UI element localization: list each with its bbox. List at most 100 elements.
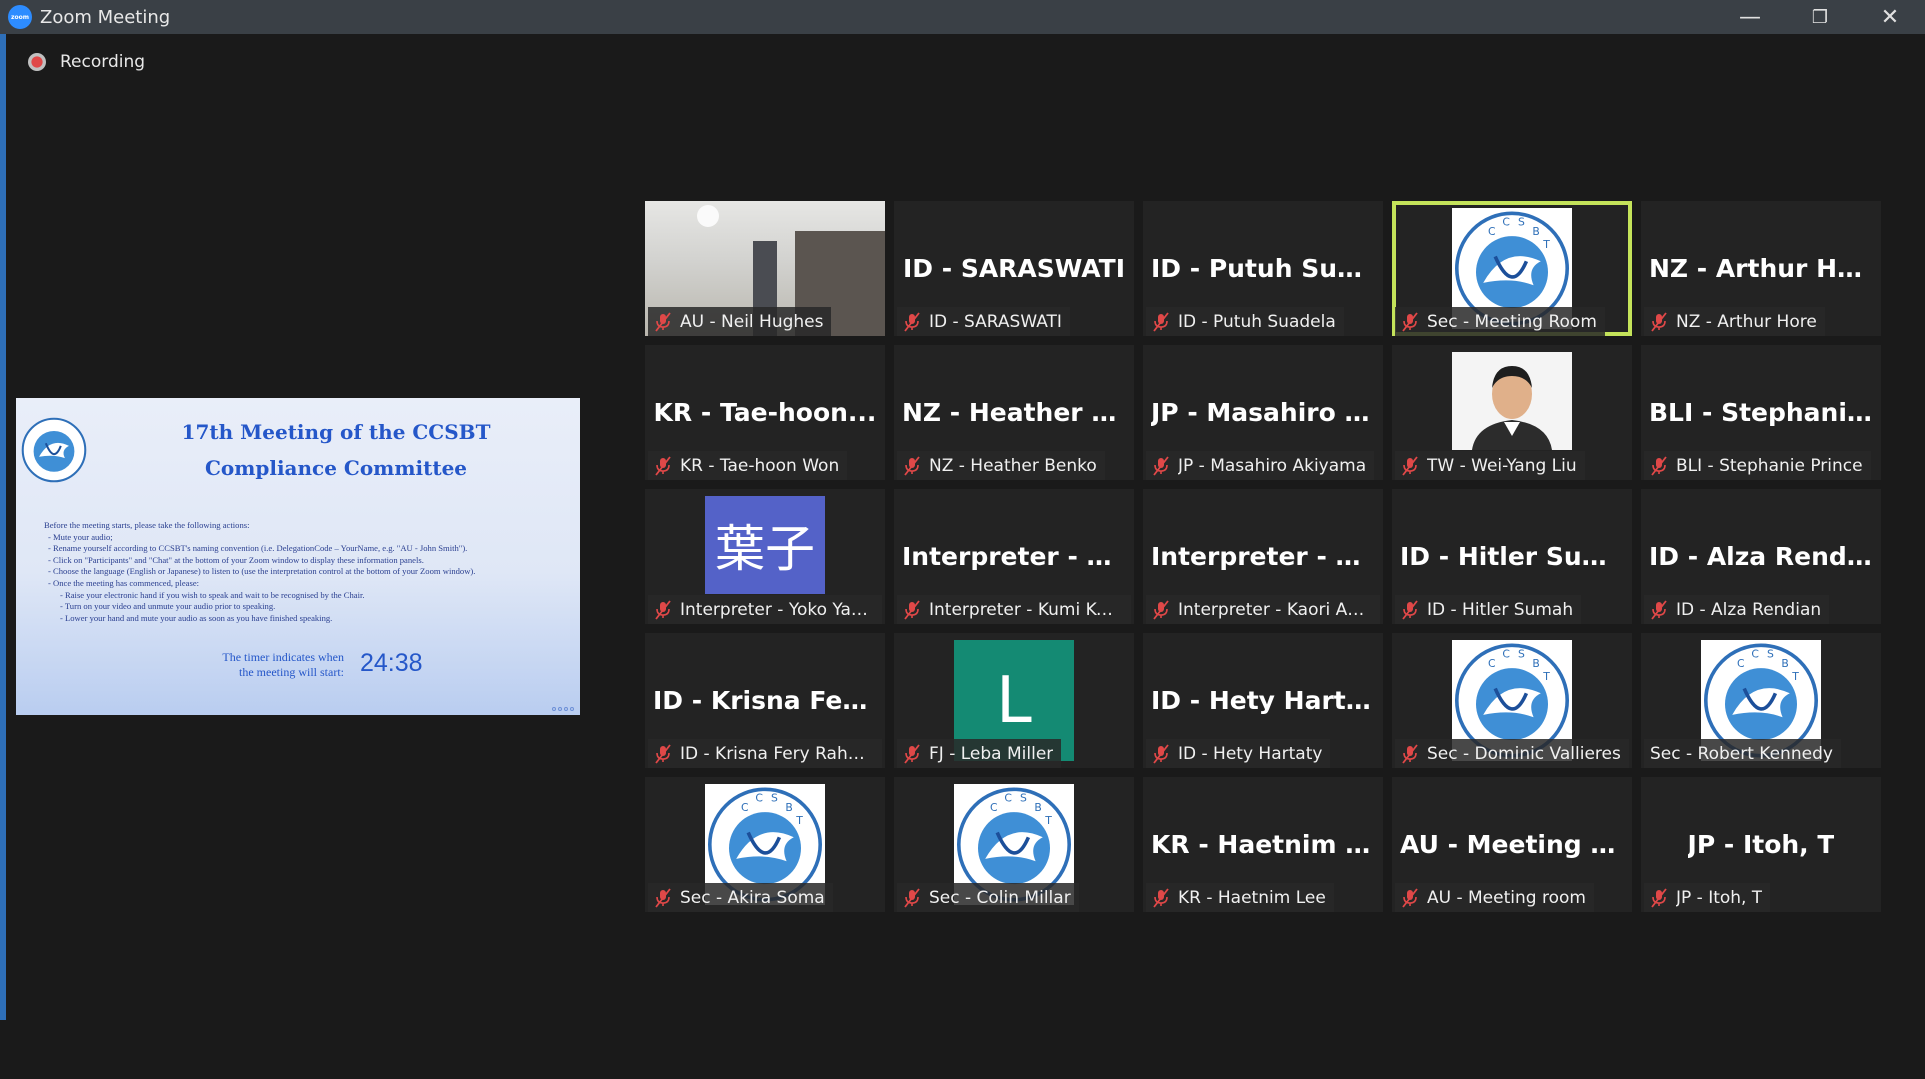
instruction-line: - Mute your audio;: [48, 531, 113, 542]
participant-name: BLI - Stephanie Prince: [1676, 455, 1863, 476]
minimize-button[interactable]: —: [1715, 0, 1785, 34]
muted-microphone-icon: [1153, 311, 1169, 332]
participant-tile[interactable]: NZ - Arthur Hore NZ - Arthur Hore: [1641, 201, 1881, 336]
svg-text:T: T: [1542, 238, 1550, 251]
instruction-line: - Raise your electronic hand if you wish…: [60, 589, 365, 600]
title-bar: zoom Zoom Meeting — ❐ ✕: [0, 0, 1925, 34]
participant-name-label: AU - Neil Hughes: [648, 307, 832, 336]
muted-microphone-icon: [1153, 599, 1169, 620]
svg-text:B: B: [1781, 657, 1788, 670]
participant-name: Interpreter - Kaori Asaki: [1178, 599, 1372, 620]
participant-tile[interactable]: BLI - Stephanie... BLI - Stephanie Prince: [1641, 345, 1881, 480]
slide-controls: [552, 707, 574, 711]
participant-name-label: ID - Hety Hartaty: [1146, 739, 1331, 768]
participant-name: ID - Krisna Fery Rahma...: [680, 743, 874, 764]
participant-name-label: Interpreter - Kumi Koike: [897, 595, 1131, 624]
muted-microphone-icon: [904, 887, 920, 908]
participant-name-label: Interpreter - Kaori Asaki: [1146, 595, 1380, 624]
muted-microphone-icon: [1402, 455, 1418, 476]
participant-name: ID - Putuh Suadela: [1178, 311, 1336, 332]
svg-text:S: S: [1767, 647, 1774, 660]
participant-name-label: Sec - Meeting Room: [1395, 307, 1605, 336]
muted-microphone-icon: [1651, 887, 1667, 908]
participant-tile[interactable]: JP - Itoh, T JP - Itoh, T: [1641, 777, 1881, 912]
participant-name-label: ID - Hitler Sumah: [1395, 595, 1582, 624]
participant-name-label: AU - Meeting room: [1395, 883, 1594, 912]
participant-tile[interactable]: C C S B T Sec - Robert Kennedy: [1641, 633, 1881, 768]
participant-name: Sec - Colin Millar: [929, 887, 1071, 908]
participant-tile[interactable]: ID - Hitler Sumah ID - Hitler Sumah: [1392, 489, 1632, 624]
participant-avatar: [1452, 352, 1572, 450]
participant-tile[interactable]: KR - Haetnim Lee KR - Haetnim Lee: [1143, 777, 1383, 912]
zoom-app-icon: zoom: [8, 5, 32, 29]
svg-text:C: C: [990, 801, 998, 814]
svg-text:T: T: [1542, 670, 1550, 683]
participant-tile[interactable]: NZ - Heather B... NZ - Heather Benko: [894, 345, 1134, 480]
participant-tile[interactable]: 葉子 Interpreter - Yoko Yam...: [645, 489, 885, 624]
svg-text:T: T: [1791, 670, 1799, 683]
muted-microphone-icon: [904, 743, 920, 764]
participant-tile[interactable]: ID - Putuh Suad...ID - Putuh Suadela: [1143, 201, 1383, 336]
participant-name-label: Sec - Colin Millar: [897, 883, 1079, 912]
participant-tile[interactable]: TW - Wei-Yang Liu: [1392, 345, 1632, 480]
slide-dot-icon: [570, 707, 574, 711]
participant-name: TW - Wei-Yang Liu: [1427, 455, 1577, 476]
slide-dot-icon: [558, 707, 562, 711]
restore-button[interactable]: ❐: [1785, 0, 1855, 34]
svg-text:S: S: [771, 791, 778, 804]
svg-text:C: C: [1488, 657, 1496, 670]
muted-microphone-icon: [1651, 599, 1667, 620]
countdown-timer: 24:38: [360, 649, 423, 677]
ccsbt-logo-icon: [21, 417, 87, 483]
participant-tile[interactable]: AU - Meeting r... AU - Meeting room: [1392, 777, 1632, 912]
participant-tile[interactable]: C C S B T Sec - Colin Millar: [894, 777, 1134, 912]
participant-name: Interpreter - Kumi Koike: [929, 599, 1123, 620]
muted-microphone-icon: [1402, 743, 1418, 764]
participant-name: Sec - Robert Kennedy: [1650, 743, 1833, 764]
recording-label: Recording: [60, 52, 146, 72]
svg-text:C: C: [741, 801, 749, 814]
participant-tile[interactable]: Interpreter - Ka...Interpreter - Kaori A…: [1143, 489, 1383, 624]
participant-tile[interactable]: KR - Tae-hoon... KR - Tae-hoon Won: [645, 345, 885, 480]
svg-text:B: B: [1034, 801, 1041, 814]
participant-name-label: ID - Putuh Suadela: [1146, 307, 1344, 336]
recording-dot-icon: [28, 53, 46, 71]
participant-tile[interactable]: ID - SARASWATI ID - SARASWATI: [894, 201, 1134, 336]
participant-name: JP - Itoh, T: [1676, 887, 1763, 908]
participant-tile[interactable]: ID - Krisna Fery... ID - Krisna Fery Rahm…: [645, 633, 885, 768]
svg-text:C: C: [1502, 647, 1510, 660]
participant-tile[interactable]: C C S B T Sec - Akira Soma: [645, 777, 885, 912]
close-button[interactable]: ✕: [1855, 0, 1925, 34]
participant-tile[interactable]: AU - Neil Hughes: [645, 201, 885, 336]
slide-instructions: Before the meeting starts, please take t…: [44, 520, 564, 624]
instruction-line: Before the meeting starts, please take t…: [44, 520, 250, 530]
svg-text:C: C: [1502, 215, 1510, 228]
participant-tile[interactable]: ID - Hety Hartaty ID - Hety Hartaty: [1143, 633, 1383, 768]
participant-tile[interactable]: JP - Masahiro A... JP - Masahiro Akiyama: [1143, 345, 1383, 480]
muted-microphone-icon: [1651, 311, 1667, 332]
svg-text:B: B: [785, 801, 792, 814]
participant-name: ID - Hety Hartaty: [1178, 743, 1323, 764]
participant-name: JP - Masahiro Akiyama: [1178, 455, 1367, 476]
participant-name: KR - Tae-hoon Won: [680, 455, 840, 476]
muted-microphone-icon: [1153, 455, 1169, 476]
svg-text:S: S: [1020, 791, 1027, 804]
shared-screen[interactable]: 17th Meeting of the CCSBT Compliance Com…: [16, 398, 580, 715]
participant-tile[interactable]: C C S B T Sec - Dominic Vallieres: [1392, 633, 1632, 768]
participant-name-label: NZ - Arthur Hore: [1644, 307, 1825, 336]
participant-tile[interactable]: Interpreter - Ku...Interpreter - Kumi Ko…: [894, 489, 1134, 624]
participant-name: Sec - Akira Soma: [680, 887, 825, 908]
muted-microphone-icon: [655, 311, 671, 332]
svg-text:T: T: [795, 814, 803, 827]
participant-tile[interactable]: ID - Alza Rendian ID - Alza Rendian: [1641, 489, 1881, 624]
participant-name: KR - Haetnim Lee: [1178, 887, 1326, 908]
muted-microphone-icon: [655, 743, 671, 764]
participant-name: ID - SARASWATI: [929, 311, 1062, 332]
participant-name-label: Sec - Dominic Vallieres: [1395, 739, 1629, 768]
participant-name-label: Sec - Robert Kennedy: [1644, 739, 1841, 768]
participant-tile[interactable]: C C S B T Sec - Meeting Room: [1392, 201, 1632, 336]
recording-indicator[interactable]: Recording: [28, 52, 145, 72]
instruction-line: - Rename yourself according to CCSBT's n…: [48, 543, 468, 554]
participant-tile[interactable]: L FJ - Leba Miller: [894, 633, 1134, 768]
svg-text:S: S: [1518, 215, 1525, 228]
